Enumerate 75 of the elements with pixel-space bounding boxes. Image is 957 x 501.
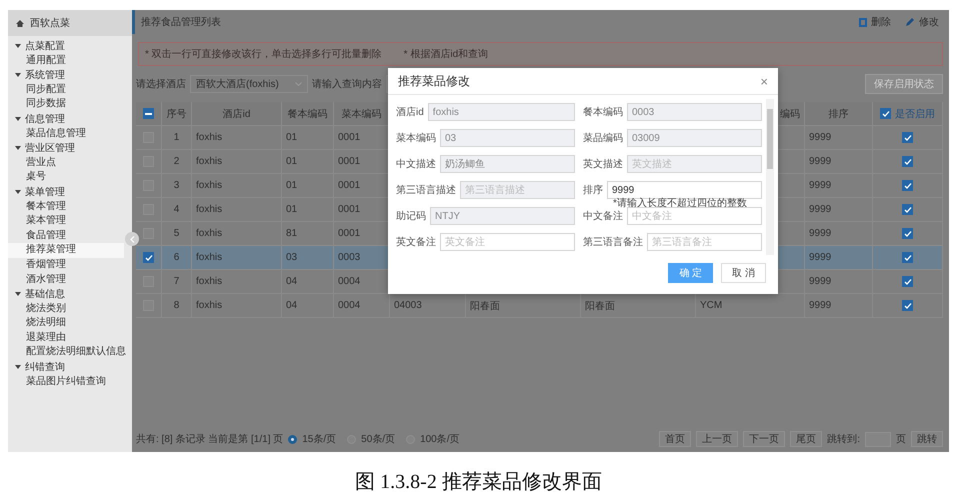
page-title: 推荐食品管理列表 — [141, 16, 221, 29]
table-cell: 0001 — [338, 156, 360, 167]
table-cell: 03 — [286, 252, 298, 263]
field-label: 菜本编码 — [396, 132, 436, 145]
table-cell: 3 — [174, 180, 180, 191]
table-cell: YCM — [700, 300, 722, 311]
table-cell: 04 — [286, 300, 298, 311]
field-hint: *请输入长度不超过四位的整数 — [613, 199, 747, 209]
table-cell: 81 — [286, 228, 298, 239]
table-cell: 9999 — [809, 132, 832, 143]
table-cell: foxhis — [196, 228, 222, 239]
table-cell: 9999 — [809, 204, 832, 215]
table-cell: 1 — [174, 132, 180, 143]
field-label: 第三语言描述 — [396, 184, 456, 197]
table-cell: 5 — [174, 228, 180, 239]
field-label: 中文备注 — [583, 210, 623, 223]
figure-caption: 图 1.3.8-2 推荐菜品修改界面 — [354, 470, 603, 495]
table-cell: 8 — [174, 300, 180, 311]
column-header: 餐本编码 — [288, 108, 328, 120]
table-cell: 01 — [286, 156, 298, 167]
table-cell-text: 阳春面 — [470, 300, 500, 312]
table-cell: 9999 — [809, 180, 832, 191]
table-cell: 0004 — [338, 276, 360, 287]
table-cell: 0001 — [338, 204, 360, 215]
table-cell: foxhis — [196, 180, 222, 191]
table-cell: 0001 — [338, 180, 360, 191]
table-cell: 9999 — [809, 276, 832, 287]
table-cell: 9999 — [809, 228, 832, 239]
notice-text: * 双击一行可直接修改该行，单击选择多行可批量删除 — [145, 48, 382, 61]
record-summary: 共有: [8] 条记录 当前是第 [1/1] 页 — [136, 432, 284, 446]
table-cell: foxhis — [196, 156, 222, 167]
table-cell: 0004 — [338, 300, 360, 311]
table-cell: 01 — [286, 204, 298, 215]
field-label: 请选择酒店 — [136, 78, 186, 91]
field-label: 排序 — [583, 184, 603, 197]
table-cell: 9999 — [809, 300, 832, 311]
field-label: 英文描述 — [583, 158, 623, 171]
app-title: 西软点菜 — [30, 16, 70, 30]
table-cell: foxhis — [196, 252, 222, 263]
table-cell: 0001 — [338, 228, 360, 239]
table-cell: 7 — [174, 276, 180, 287]
jump-label: 跳转到: — [827, 432, 860, 446]
table-cell: 0001 — [338, 132, 360, 143]
table-cell: 01 — [286, 180, 298, 191]
table-cell: foxhis — [196, 276, 222, 287]
field-label: 助记码 — [396, 210, 426, 223]
field-label: 请输入查询内容 — [312, 78, 382, 91]
field-label: 中文描述 — [396, 158, 436, 171]
field-label: 英文备注 — [396, 236, 436, 249]
table-cell: foxhis — [196, 300, 222, 311]
table-cell: 04 — [286, 276, 298, 287]
field-label: 菜品编码 — [583, 132, 623, 145]
field-label: 餐本编码 — [583, 106, 623, 119]
table-cell: foxhis — [196, 132, 222, 143]
column-header: 排序 — [828, 108, 848, 120]
column-header: 酒店id — [222, 108, 250, 120]
table-cell-text: 阳春面 — [585, 300, 615, 312]
table-cell: 2 — [174, 156, 180, 167]
table-cell: 04003 — [394, 300, 422, 311]
table-cell: 6 — [174, 252, 180, 263]
column-header: 编码 — [780, 108, 800, 120]
notice-text: * 根据酒店id和查询 — [404, 48, 488, 61]
page-unit: 页 — [896, 433, 906, 446]
column-header: 是否启用 — [895, 108, 935, 120]
field-label: 第三语言备注 — [583, 236, 643, 249]
field-label: 酒店id — [396, 106, 424, 119]
dialog-title: 推荐菜品修改 — [398, 72, 470, 90]
table-cell: 9999 — [809, 252, 832, 263]
table-cell: foxhis — [196, 204, 222, 215]
column-header: 序号 — [166, 108, 186, 120]
table-cell: 4 — [174, 204, 180, 215]
table-cell: 01 — [286, 132, 298, 143]
column-header: 菜本编码 — [342, 108, 382, 120]
table-cell: 0003 — [338, 252, 360, 263]
table-cell: 9999 — [809, 156, 832, 167]
